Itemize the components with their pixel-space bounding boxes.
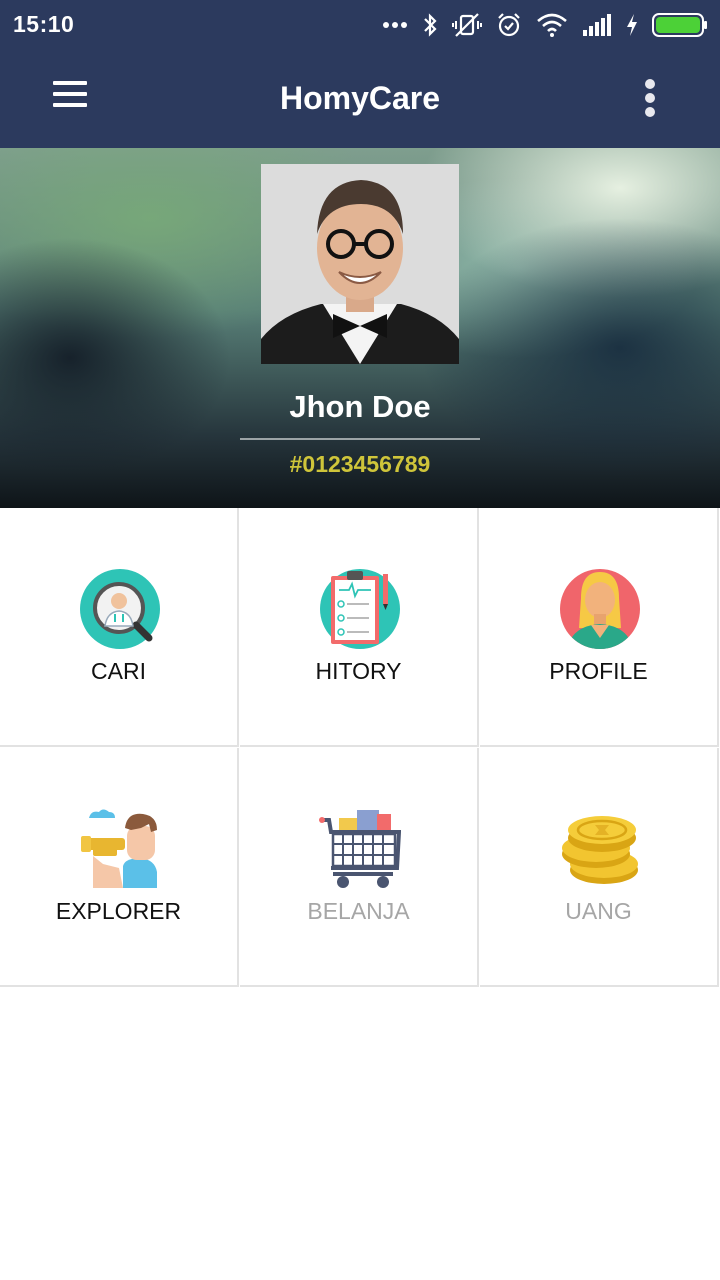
menu-item-hitory[interactable]: HITORY: [240, 508, 479, 747]
status-icons: [382, 10, 708, 40]
menu-item-profile[interactable]: PROFILE: [480, 508, 719, 747]
signal-icon: [583, 14, 611, 36]
overflow-menu-button[interactable]: [636, 76, 664, 120]
explorer-binoculars-icon: [81, 809, 157, 888]
doctor-search-icon: [80, 569, 160, 649]
menu-label: CARI: [91, 658, 146, 684]
more-notifications-icon: [383, 22, 407, 28]
menu-item-explorer[interactable]: EXPLORER: [0, 748, 239, 987]
more-vertical-icon: [645, 79, 655, 117]
menu-grid: CARI HITORY PROFILE EXPLORER BELANJA UAN…: [0, 508, 720, 988]
gold-coins-icon: [562, 816, 638, 884]
menu-label: BELANJA: [307, 898, 410, 924]
profile-id: #0123456789: [289, 451, 431, 477]
charging-icon: [627, 14, 637, 36]
user-avatar-icon: [560, 569, 640, 649]
battery-icon: [652, 13, 707, 37]
clipboard-checklist-icon: [320, 569, 400, 649]
status-time: 15:10: [13, 11, 75, 37]
profile-name: Jhon Doe: [289, 389, 431, 424]
bluetooth-icon: [424, 13, 437, 37]
alarm-icon: [498, 13, 520, 37]
menu-label: HITORY: [315, 658, 402, 684]
app-bar: HomyCare: [0, 50, 720, 148]
status-bar: 15:10: [0, 0, 720, 50]
name-divider: [240, 438, 480, 440]
avatar[interactable]: [261, 164, 459, 364]
app-title: HomyCare: [279, 80, 441, 116]
menu-item-belanja[interactable]: BELANJA: [240, 748, 479, 987]
vibrate-off-icon: [452, 13, 482, 37]
profile-header: Jhon Doe #0123456789: [0, 148, 720, 508]
menu-item-cari[interactable]: CARI: [0, 508, 239, 747]
menu-label: UANG: [565, 898, 632, 924]
menu-item-uang[interactable]: UANG: [480, 748, 719, 987]
avatar-photo-icon: [261, 164, 459, 364]
menu-label: EXPLORER: [55, 898, 182, 924]
menu-label: PROFILE: [549, 658, 648, 684]
shopping-cart-icon: [319, 810, 401, 888]
wifi-icon: [537, 13, 567, 37]
